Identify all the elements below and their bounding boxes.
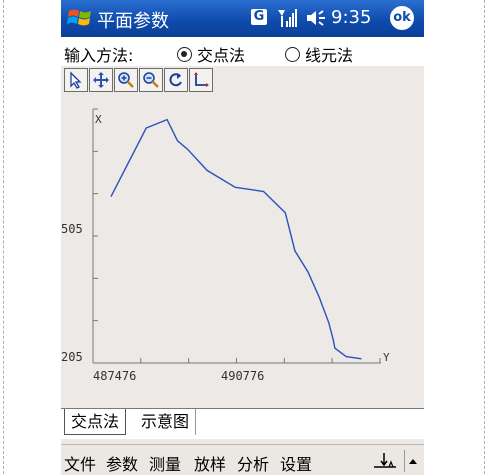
gprs-badge[interactable]: G [251,9,267,25]
tab-schematic[interactable]: 示意图 [135,409,197,435]
tab-strip: 交点法 示意图 [61,408,424,439]
input-panel-arrow-icon[interactable] [404,450,421,472]
tab-intersection[interactable]: 交点法 [64,409,127,435]
menu-measure[interactable]: 测量 [149,451,181,475]
y-axis-label: X [95,113,102,126]
pointer-icon [70,71,82,89]
volume-icon[interactable] [305,8,329,28]
menu-file[interactable]: 文件 [64,451,96,475]
zoom-in-icon [118,72,134,88]
radio-line-element-label: 线元法 [305,46,354,65]
pointer-tool-button[interactable] [64,68,88,92]
axes-icon [194,72,209,87]
input-method-row: 输入方法: 交点法 线元法 [61,37,424,66]
window-title: 平面参数 [97,11,169,32]
signal-strength-icon[interactable] [276,7,298,29]
radio-unselected-icon[interactable] [285,46,300,62]
x-tick-label-490776: 490776 [221,369,264,383]
x-axis-label: Y [383,351,390,364]
axes-tool-button[interactable] [189,68,213,92]
input-method-label: 输入方法: [64,46,134,65]
refresh-icon [169,73,182,87]
zoom-out-icon [143,72,159,88]
menu-bar: 文件 参数 测量 放样 分析 设置 [61,444,424,475]
menu-analysis[interactable]: 分析 [237,451,269,475]
pan-icon [93,72,109,88]
y-tick-label-205: 205 [61,350,83,364]
radio-line-element-method[interactable]: 线元法 [285,42,353,66]
radio-intersection-label: 交点法 [197,46,246,65]
alignment-chart[interactable]: X Y 505 205 487476 490776 [61,95,424,410]
x-tick-label-487476: 487476 [93,369,136,383]
pan-tool-button[interactable] [89,68,113,92]
menu-settings[interactable]: 设置 [280,451,312,475]
zoom-out-tool-button[interactable] [139,68,163,92]
windows-start-icon[interactable] [67,6,93,30]
menu-stakeout[interactable]: 放样 [194,451,226,475]
radio-selected-icon[interactable] [177,46,192,62]
title-bar: 平面参数 G 9:35 ok [61,0,424,37]
menu-parameters[interactable]: 参数 [106,451,138,475]
device-screen: 平面参数 G 9:35 ok 输入方法: 交点法 线元法 X Y 505 205… [61,0,424,475]
map-toolbar [64,68,214,92]
zoom-in-tool-button[interactable] [114,68,138,92]
keyboard-input-icon[interactable] [371,450,399,472]
refresh-tool-button[interactable] [164,68,188,92]
radio-intersection-method[interactable]: 交点法 [177,42,245,66]
y-tick-label-505: 505 [61,222,83,236]
ok-button[interactable]: ok [390,6,414,30]
clock[interactable]: 9:35 [331,7,371,28]
